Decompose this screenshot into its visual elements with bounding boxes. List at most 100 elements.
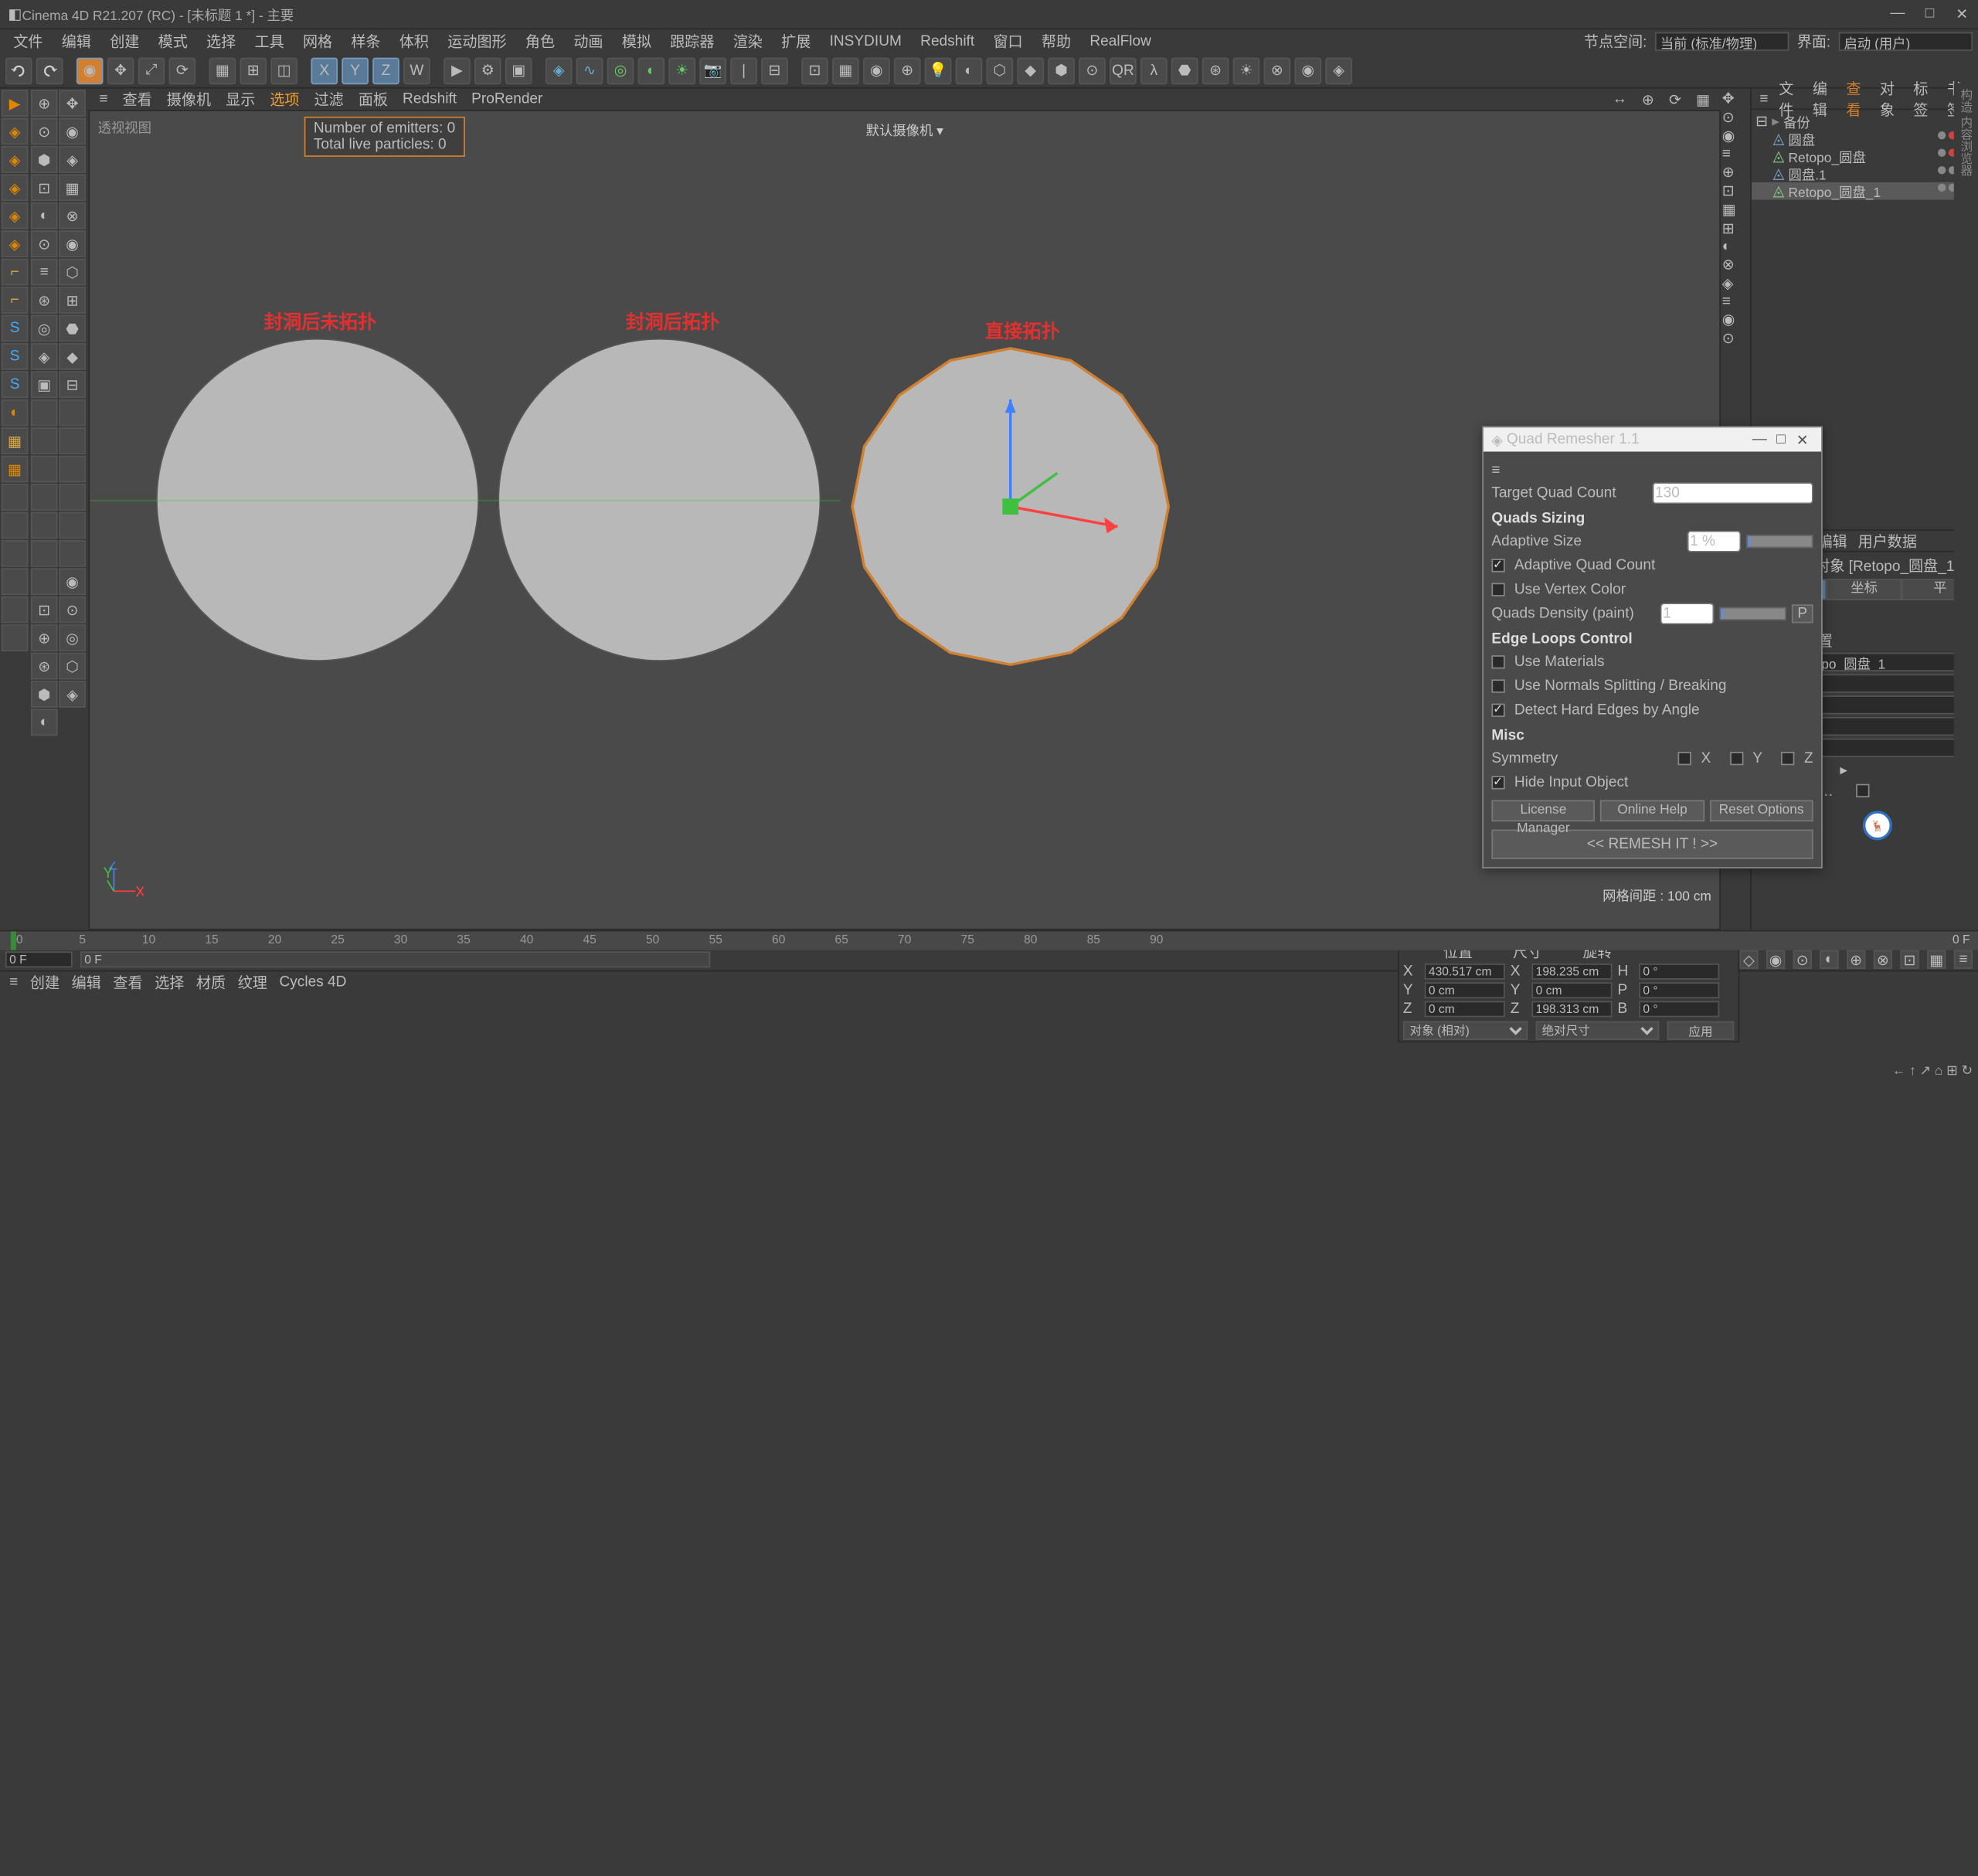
- vp-options[interactable]: 选项: [264, 88, 304, 110]
- tool-5[interactable]: ▦: [209, 57, 236, 84]
- misc-tool-14[interactable]: ☀: [1233, 57, 1260, 84]
- render-view[interactable]: ▶: [444, 57, 471, 84]
- misc-tool-1[interactable]: ▦: [832, 57, 859, 84]
- vp-panel[interactable]: 面板: [353, 88, 393, 110]
- rtool-9[interactable]: ⊗: [1722, 256, 1749, 274]
- materials-checkbox[interactable]: [1491, 655, 1504, 668]
- vp-redshift[interactable]: Redshift: [397, 91, 462, 107]
- ltool-6[interactable]: ⌐: [2, 259, 29, 286]
- ltool2-6[interactable]: ⊡: [31, 174, 58, 201]
- ltool2-40[interactable]: ⊛: [31, 653, 58, 680]
- render-region[interactable]: ▣: [505, 57, 532, 84]
- density-paint-button[interactable]: P: [1792, 604, 1813, 623]
- om-item-retopo[interactable]: ◬Retopo_圆盘: [1752, 148, 1978, 165]
- ltool2-27[interactable]: [59, 456, 86, 483]
- ltool-4[interactable]: ◈: [2, 202, 29, 229]
- menu-edit[interactable]: 编辑: [53, 29, 99, 53]
- tl-start-input[interactable]: [5, 952, 73, 968]
- max-button[interactable]: □: [1922, 5, 1938, 23]
- menu-help[interactable]: 帮助: [1033, 29, 1079, 53]
- help-button[interactable]: Online Help: [1600, 800, 1704, 821]
- mat-view[interactable]: 查看: [109, 971, 147, 993]
- tl-opt-1[interactable]: ⊙: [1793, 950, 1812, 969]
- timeline-ruler[interactable]: const d=JSON.parse(document.getElementBy…: [0, 931, 1978, 949]
- ltool-1[interactable]: ◈: [2, 118, 29, 145]
- rtool-13[interactable]: ⊙: [1722, 330, 1749, 348]
- render-settings[interactable]: ⚙: [474, 57, 501, 84]
- axis-z[interactable]: Z: [372, 57, 399, 84]
- ltool-17[interactable]: [2, 568, 29, 595]
- normals-checkbox[interactable]: [1491, 679, 1504, 692]
- tl-opt-4[interactable]: ⊗: [1874, 950, 1892, 969]
- remesher-close[interactable]: ✕: [1792, 431, 1813, 449]
- tl-opt-3[interactable]: ⊕: [1847, 950, 1865, 969]
- menu-file[interactable]: 文件: [5, 29, 51, 53]
- tool-pipe[interactable]: ⊟: [761, 57, 788, 84]
- vp-view[interactable]: 查看: [117, 88, 158, 110]
- undo-button[interactable]: [5, 57, 32, 84]
- menu-extensions[interactable]: 扩展: [773, 29, 819, 53]
- ltool2-16[interactable]: ◎: [31, 315, 58, 342]
- density-slider[interactable]: [1719, 607, 1786, 620]
- rtool-3[interactable]: ≡: [1722, 146, 1749, 162]
- environment[interactable]: ☀: [668, 57, 695, 84]
- coord-mode-select[interactable]: 对象 (相对): [1403, 1021, 1527, 1040]
- adaptive-size-input[interactable]: [1687, 531, 1741, 552]
- ltool2-9[interactable]: ⊗: [59, 202, 86, 229]
- ltool2-18[interactable]: ◈: [31, 343, 58, 370]
- menu-spline[interactable]: 样条: [343, 29, 389, 53]
- ltool-11[interactable]: ◐: [2, 399, 29, 427]
- tl-opt-6[interactable]: ▦: [1927, 950, 1946, 969]
- ltool2-11[interactable]: ◉: [59, 230, 86, 257]
- ltool2-41[interactable]: ⬡: [59, 653, 86, 680]
- ltool2-32[interactable]: [31, 540, 58, 567]
- hide-input-checkbox[interactable]: [1491, 776, 1504, 789]
- vp-icon-1[interactable]: ↔: [1607, 91, 1633, 107]
- ltool2-31[interactable]: [59, 512, 86, 539]
- remesher-max[interactable]: □: [1770, 431, 1792, 447]
- rtool-6[interactable]: ▦: [1722, 201, 1749, 219]
- rot-h[interactable]: [1639, 963, 1719, 980]
- ltool2-15[interactable]: ⊞: [59, 287, 86, 314]
- misc-tool-6[interactable]: ⬡: [987, 57, 1014, 84]
- ltool2-2[interactable]: ⊙: [31, 118, 58, 145]
- ltool-15[interactable]: [2, 512, 29, 539]
- primitive-spline[interactable]: ∿: [576, 57, 603, 84]
- tl-opt-2[interactable]: ◐: [1820, 950, 1838, 969]
- rtool-2[interactable]: ◉: [1722, 127, 1749, 145]
- ltool-3[interactable]: ◈: [2, 174, 29, 201]
- misc-tool-10[interactable]: QR: [1110, 57, 1137, 84]
- ltool2-7[interactable]: ▦: [59, 174, 86, 201]
- ltool-12[interactable]: ▦: [2, 427, 29, 454]
- viewport-3d[interactable]: 透视视图 Number of emitters: 0 Total live pa…: [88, 110, 1721, 930]
- attr-userdata[interactable]: 用户数据: [1854, 530, 1921, 552]
- vertex-color-checkbox[interactable]: [1491, 583, 1504, 596]
- ltool-0[interactable]: ▶: [2, 90, 29, 117]
- ltool-10[interactable]: S: [2, 371, 29, 398]
- ltool2-25[interactable]: [59, 427, 86, 454]
- ltool2-24[interactable]: [31, 427, 58, 454]
- ltool2-22[interactable]: [31, 399, 58, 427]
- menu-animate[interactable]: 动画: [566, 29, 611, 53]
- menu-select[interactable]: 选择: [199, 29, 244, 53]
- select-tool[interactable]: ◉: [76, 57, 104, 84]
- target-count-input[interactable]: [1653, 482, 1813, 504]
- rtool-7[interactable]: ⊞: [1722, 219, 1749, 237]
- ltool-16[interactable]: [2, 540, 29, 567]
- ltool2-1[interactable]: ✥: [59, 90, 86, 117]
- ltool2-43[interactable]: ◈: [59, 681, 86, 708]
- ltool2-36[interactable]: ⊡: [31, 596, 58, 624]
- vp-filter[interactable]: 过滤: [309, 88, 349, 110]
- rtool-12[interactable]: ◉: [1722, 311, 1749, 328]
- rtool-1[interactable]: ⊙: [1722, 108, 1749, 126]
- ltool2-37[interactable]: ⊙: [59, 596, 86, 624]
- ltool-2[interactable]: ◈: [2, 146, 29, 173]
- rtool-5[interactable]: ⊡: [1722, 182, 1749, 200]
- vp-prorender[interactable]: ProRender: [466, 91, 548, 107]
- adaptive-size-slider[interactable]: [1746, 535, 1813, 548]
- rot-p[interactable]: [1639, 982, 1719, 998]
- mat-create[interactable]: 创建: [26, 971, 64, 993]
- sym-z-checkbox[interactable]: [1782, 752, 1795, 765]
- ltool-18[interactable]: [2, 596, 29, 624]
- vp-display[interactable]: 显示: [220, 88, 260, 110]
